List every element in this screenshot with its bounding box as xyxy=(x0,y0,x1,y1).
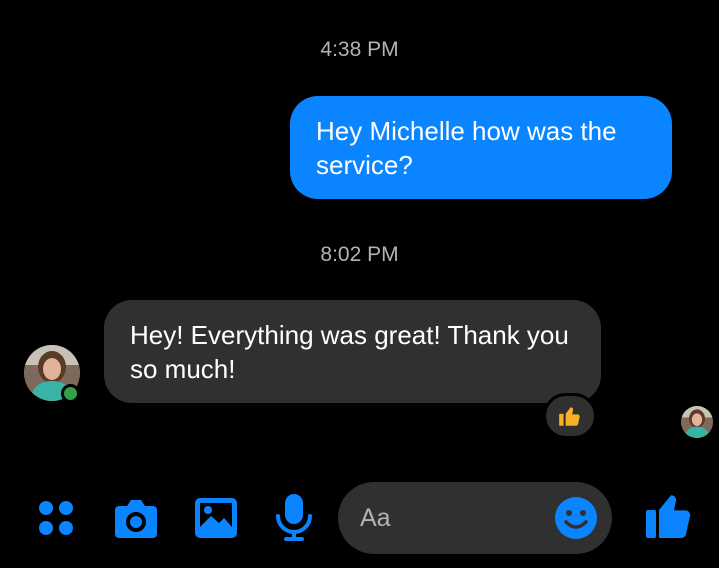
message-composer[interactable] xyxy=(338,482,612,554)
emoji-icon[interactable] xyxy=(554,496,598,540)
camera-icon[interactable] xyxy=(113,496,159,540)
apps-icon[interactable] xyxy=(36,498,76,538)
microphone-icon[interactable] xyxy=(272,492,316,542)
outgoing-message-bubble[interactable]: Hey Michelle how was the service? xyxy=(290,96,672,199)
incoming-message-bubble[interactable]: Hey! Everything was great! Thank you so … xyxy=(104,300,601,403)
chat-screen: 4:38 PM Hey Michelle how was the service… xyxy=(0,0,719,568)
message-timestamp: 4:38 PM xyxy=(320,38,399,61)
message-input[interactable] xyxy=(360,482,550,554)
message-timestamp: 8:02 PM xyxy=(320,243,399,266)
message-reaction[interactable] xyxy=(543,393,597,439)
read-receipt-photo-icon xyxy=(681,406,713,438)
online-status-dot xyxy=(61,384,80,403)
like-icon[interactable] xyxy=(644,490,692,540)
read-receipt-avatar xyxy=(681,406,713,438)
gallery-icon[interactable] xyxy=(193,496,239,540)
thumbs-up-reaction-icon xyxy=(559,407,580,426)
